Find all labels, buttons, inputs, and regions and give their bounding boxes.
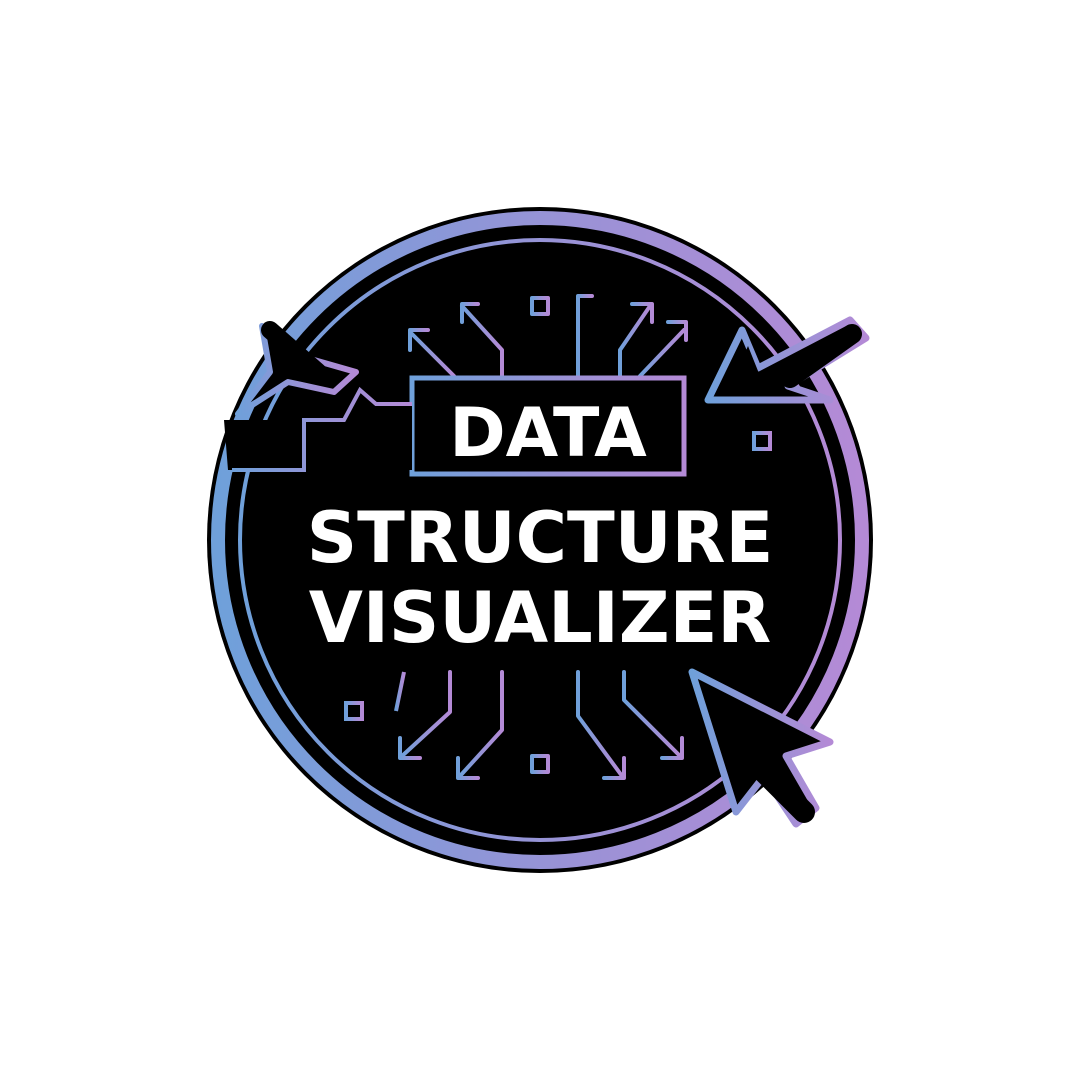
logo-line-visualizer: VISUALIZER — [309, 577, 772, 659]
logo-line-data: DATA — [449, 394, 647, 473]
logo-line-structure: STRUCTURE — [307, 497, 774, 579]
logo-badge: DATA STRUCTURE VISUALIZER — [207, 207, 873, 873]
